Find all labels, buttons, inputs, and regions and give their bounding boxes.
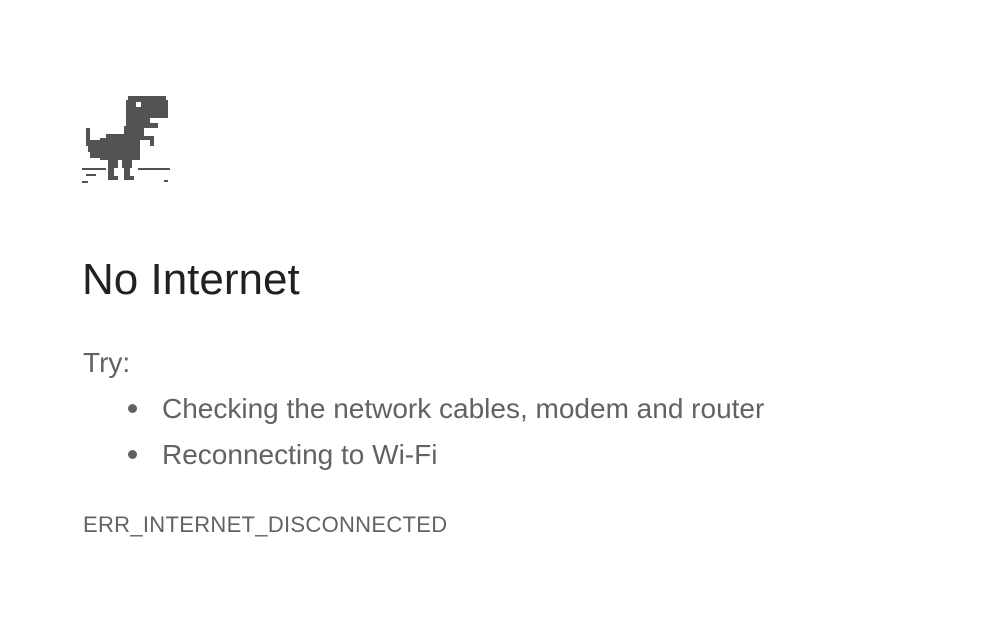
error-code: ERR_INTERNET_DISCONNECTED xyxy=(83,512,448,537)
offline-error-page: No Internet Try: Checking the network ca… xyxy=(0,0,1000,628)
list-item: Checking the network cables, modem and r… xyxy=(128,390,764,436)
suggestion-text: Checking the network cables, modem and r… xyxy=(162,393,765,424)
suggestions-list: Checking the network cables, modem and r… xyxy=(128,390,764,482)
page-title: No Internet xyxy=(82,255,300,304)
list-item: Reconnecting to Wi-Fi xyxy=(128,436,764,482)
bullet-icon xyxy=(128,450,137,459)
suggestion-text: Reconnecting to Wi-Fi xyxy=(162,439,438,470)
try-label: Try: xyxy=(83,347,131,378)
bullet-icon xyxy=(128,404,137,413)
dinosaur-icon[interactable] xyxy=(82,96,172,186)
